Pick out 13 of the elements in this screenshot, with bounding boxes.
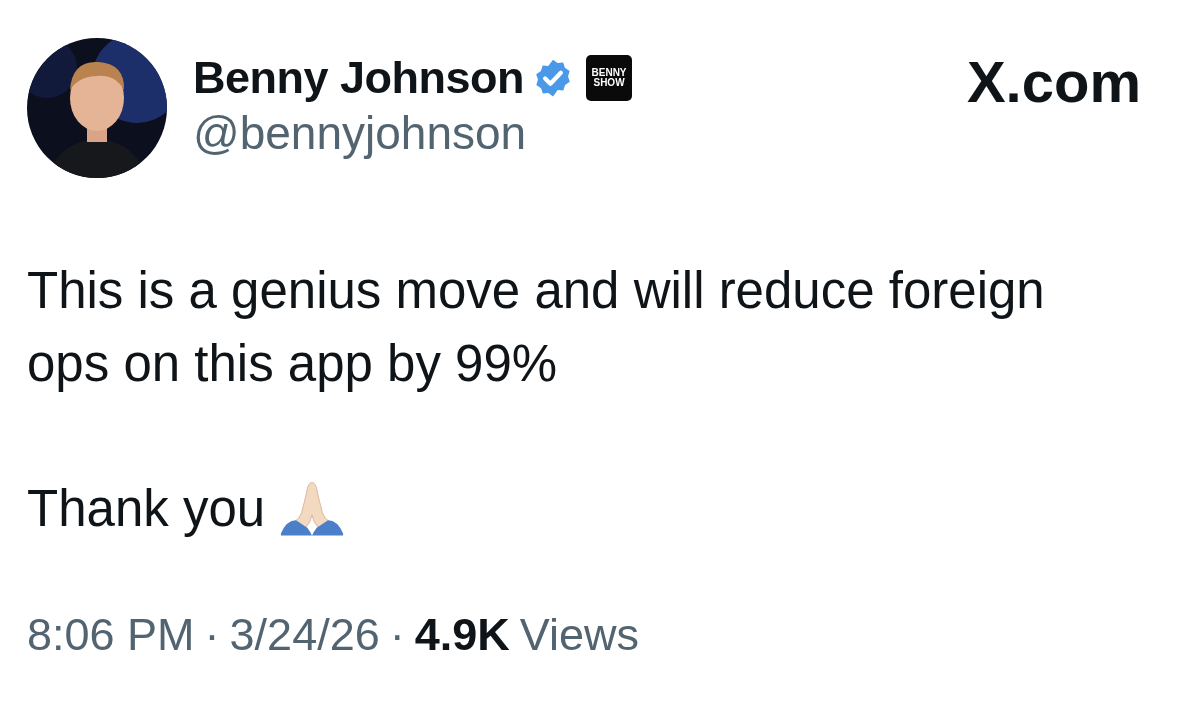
separator-dot: · (204, 609, 220, 661)
author-name[interactable]: Benny Johnson (193, 52, 525, 104)
post-date[interactable]: 3/24/26 (229, 609, 380, 661)
praying-hands-icon (279, 479, 346, 538)
post-text: This is a genius move and will reduce foreign ops on this app by 99% (27, 262, 1045, 392)
views-count: 4.9K (414, 609, 510, 661)
author-handle[interactable]: @bennyjohnson (193, 106, 967, 160)
separator-dot: · (389, 609, 405, 661)
post-text: Thank you (27, 479, 266, 539)
post-time[interactable]: 8:06 PM (27, 609, 195, 661)
site-label: X.com (966, 48, 1141, 115)
affiliate-badge: BENNY SHOW (586, 55, 633, 101)
views-label: Views (519, 609, 640, 661)
